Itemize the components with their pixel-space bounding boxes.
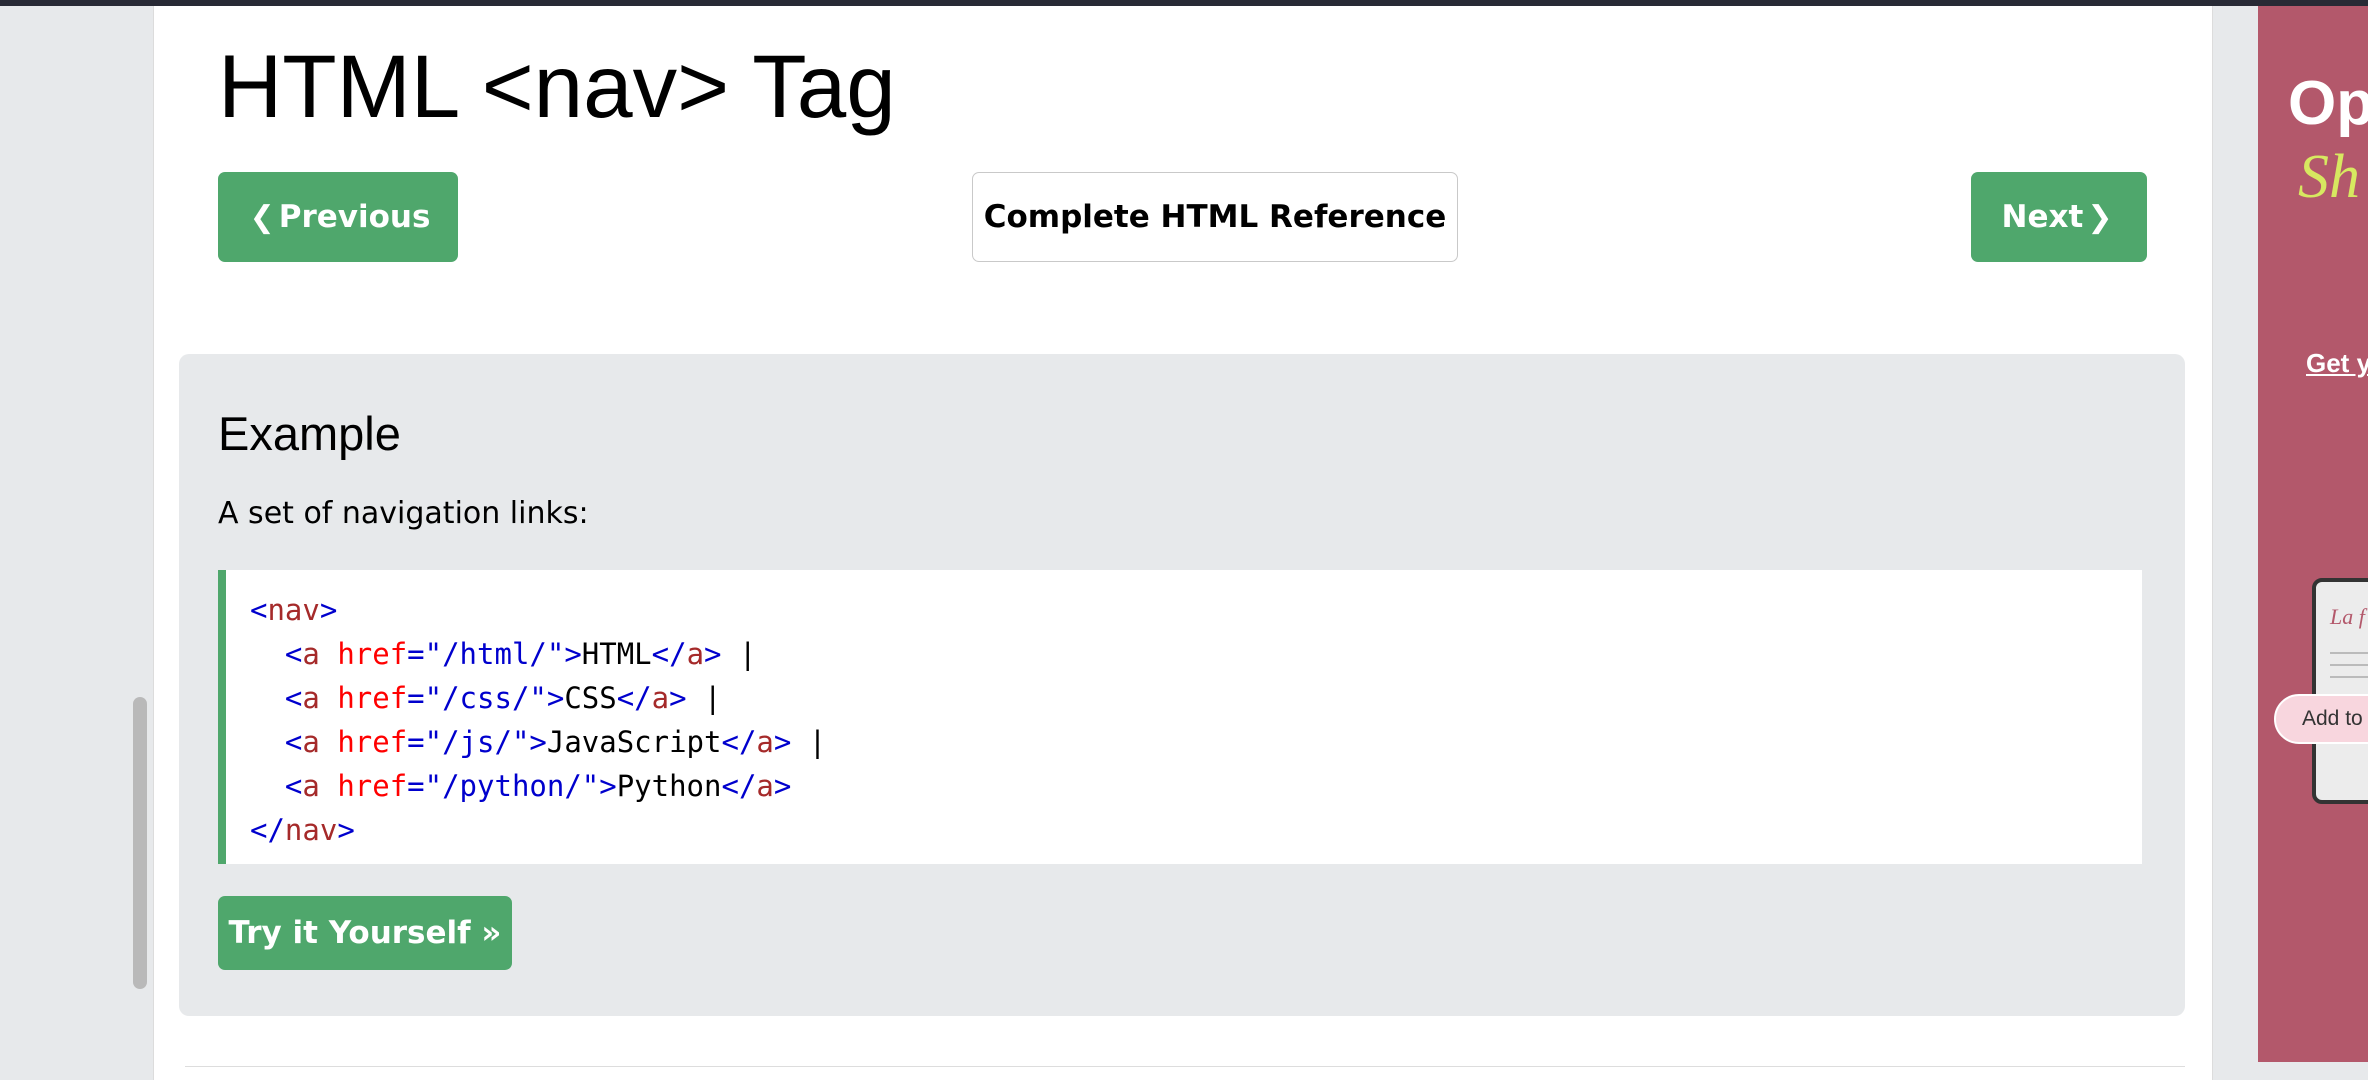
chevron-left-icon: ❮ — [249, 199, 275, 235]
laptop-screen-line — [2330, 652, 2368, 654]
left-gutter — [0, 6, 126, 1080]
code-line: <a href="/python/">Python</a> — [284, 769, 792, 803]
previous-button[interactable]: ❮ Previous — [218, 172, 458, 262]
ad-title: Op — [2288, 69, 2368, 138]
add-to-button[interactable]: Add to — [2274, 694, 2368, 744]
laptop-screen-text: La f — [2330, 604, 2365, 629]
chevron-right-icon: ❯ — [2087, 199, 2113, 235]
try-it-yourself-button[interactable]: Try it Yourself » — [218, 896, 512, 970]
code-line: <a href="/html/">HTML</a> | — [284, 637, 757, 671]
next-label: Next — [2001, 199, 2084, 235]
next-button[interactable]: Next ❯ — [1971, 172, 2147, 262]
example-heading: Example — [218, 407, 401, 460]
page-title: HTML <nav> Tag — [218, 36, 896, 136]
code-line: </nav> — [250, 813, 355, 847]
complete-html-reference-button[interactable]: Complete HTML Reference — [972, 172, 1458, 262]
laptop-screen-line — [2330, 676, 2368, 678]
code-line: <nav> — [250, 593, 338, 627]
ad-link[interactable]: Get y — [2306, 348, 2368, 379]
laptop-illustration: La f — [2312, 578, 2368, 804]
main-content: HTML <nav> Tag ❮ Previous Complete HTML … — [153, 6, 2213, 1080]
advertisement[interactable]: Op Sh Get y La f Add to — [2258, 6, 2368, 1062]
ad-subtitle: Sh — [2298, 143, 2360, 211]
laptop-screen-line — [2330, 664, 2368, 666]
code-example: <nav> <a href="/html/">HTML</a> | <a hre… — [218, 570, 2142, 864]
example-box: Example A set of navigation links: <nav>… — [179, 354, 2185, 1016]
sidebar-scrollbar-thumb[interactable] — [133, 697, 147, 989]
code-line: <a href="/js/">JavaScript</a> | — [284, 725, 827, 759]
code-line: <a href="/css/">CSS</a> | — [284, 681, 722, 715]
previous-label: Previous — [278, 199, 431, 235]
example-description: A set of navigation links: — [218, 496, 589, 531]
section-divider — [185, 1066, 2185, 1067]
